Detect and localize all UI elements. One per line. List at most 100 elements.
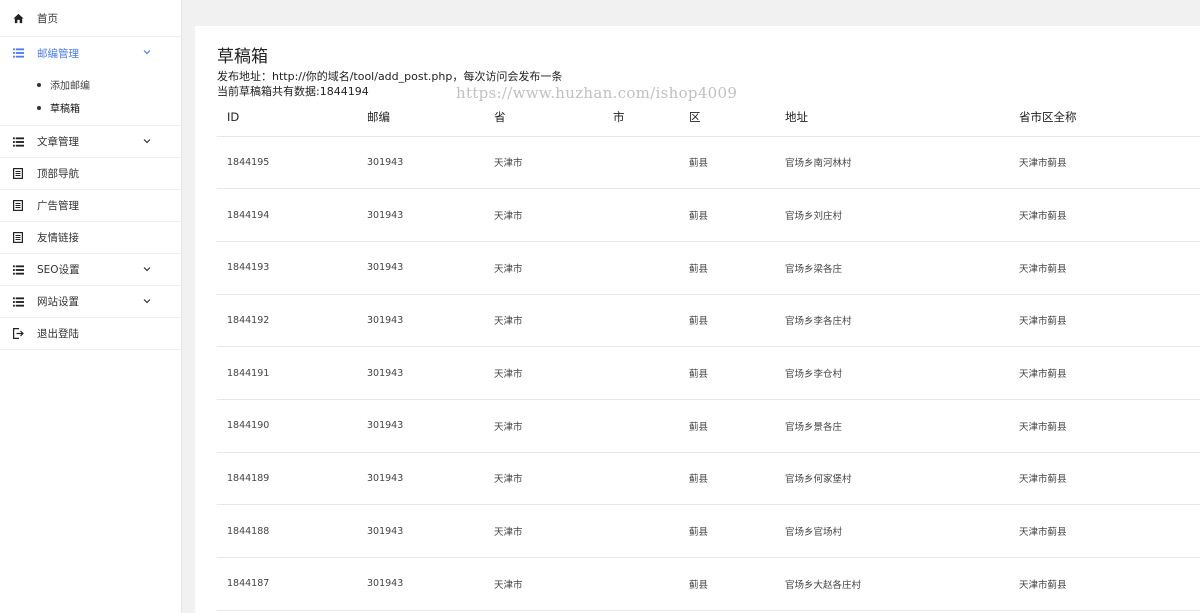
nav-seo-settings[interactable]: SEO设置 xyxy=(0,254,181,286)
sub-item-drafts[interactable]: 草稿箱 xyxy=(0,96,181,119)
cell-full-name: 天津市蓟县 xyxy=(1009,241,1200,295)
chevron-down-icon[interactable] xyxy=(143,265,151,273)
cell-zip: 301943 xyxy=(357,399,484,453)
cell-id: 1844188 xyxy=(217,504,357,558)
sidebar: 首页 邮编管理 添加邮编 草稿箱 文章管理 顶部导航 广告管理 友情链接 SEO… xyxy=(0,0,182,613)
nav-site-settings[interactable]: 网站设置 xyxy=(0,286,181,318)
column-header-id: ID xyxy=(217,98,357,137)
cell-full-name: 天津市蓟县 xyxy=(1009,504,1200,558)
cell-city xyxy=(603,452,679,506)
chevron-down-icon[interactable] xyxy=(143,137,151,145)
cell-city xyxy=(603,241,679,295)
cell-id: 1844192 xyxy=(217,294,357,348)
column-header-province: 省 xyxy=(484,98,603,137)
nav-ads-label: 广告管理 xyxy=(37,200,79,212)
cell-full-name: 天津市蓟县 xyxy=(1009,557,1200,611)
cell-full-name: 天津市蓟县 xyxy=(1009,188,1200,242)
logout-icon xyxy=(12,328,24,340)
cell-full-name: 天津市蓟县 xyxy=(1009,346,1200,400)
column-header-address: 地址 xyxy=(775,98,1009,137)
cell-address: 官场乡官场村 xyxy=(775,504,1009,558)
cell-province: 天津市 xyxy=(484,188,603,242)
cell-id: 1844190 xyxy=(217,399,357,453)
nav-links-label: 友情链接 xyxy=(37,232,79,244)
cell-district: 蓟县 xyxy=(679,241,775,295)
column-header-full-name: 省市区全称 xyxy=(1009,98,1200,137)
cell-zip: 301943 xyxy=(357,294,484,348)
top-bar xyxy=(183,0,1200,26)
cell-district: 蓟县 xyxy=(679,188,775,242)
cell-address: 官场乡李各庄村 xyxy=(775,294,1009,348)
list-icon xyxy=(12,47,24,59)
nav-site-label: 网站设置 xyxy=(37,296,79,308)
cell-province: 天津市 xyxy=(484,557,603,611)
cell-city xyxy=(603,504,679,558)
nav-postal-management[interactable]: 邮编管理 xyxy=(0,37,181,69)
nav-topnav-label: 顶部导航 xyxy=(37,168,79,180)
column-header-district: 区 xyxy=(679,98,775,137)
cell-city xyxy=(603,399,679,453)
cell-province: 天津市 xyxy=(484,136,603,190)
cell-address: 官场乡梁各庄 xyxy=(775,241,1009,295)
cell-id: 1844187 xyxy=(217,557,357,611)
column-header-city: 市 xyxy=(603,98,679,137)
sub-item-add-postal[interactable]: 添加邮编 xyxy=(0,73,181,96)
cell-id: 1844193 xyxy=(217,241,357,295)
nav-ad-management[interactable]: 广告管理 xyxy=(0,190,181,222)
document-icon xyxy=(12,168,24,180)
cell-district: 蓟县 xyxy=(679,452,775,506)
cell-province: 天津市 xyxy=(484,294,603,348)
cell-city xyxy=(603,557,679,611)
nav-home-label: 首页 xyxy=(37,12,58,25)
drafts-table: ID 邮编 省 市 区 地址 省市区全称 1844195 301943 天津市 … xyxy=(217,98,1200,611)
cell-zip: 301943 xyxy=(357,136,484,190)
table-row: 1844194 301943 天津市 蓟县 官场乡刘庄村 天津市蓟县 xyxy=(217,188,1200,242)
cell-district: 蓟县 xyxy=(679,504,775,558)
nav-home[interactable]: 首页 xyxy=(0,0,181,37)
cell-full-name: 天津市蓟县 xyxy=(1009,452,1200,506)
nav-seo-label: SEO设置 xyxy=(37,264,80,276)
nav-friend-links[interactable]: 友情链接 xyxy=(0,222,181,254)
cell-province: 天津市 xyxy=(484,346,603,400)
cell-province: 天津市 xyxy=(484,399,603,453)
cell-id: 1844195 xyxy=(217,136,357,190)
sub-item-label: 添加邮编 xyxy=(50,81,90,92)
cell-full-name: 天津市蓟县 xyxy=(1009,399,1200,453)
nav-logout[interactable]: 退出登陆 xyxy=(0,318,181,350)
document-icon xyxy=(12,232,24,244)
document-icon xyxy=(12,200,24,212)
post-address-text: 发布地址：http://你的域名/tool/add_post.php，每次访问会… xyxy=(217,70,563,83)
table-row: 1844190 301943 天津市 蓟县 官场乡景各庄 天津市蓟县 xyxy=(217,399,1200,453)
cell-city xyxy=(603,294,679,348)
table-row: 1844189 301943 天津市 蓟县 官场乡何家堡村 天津市蓟县 xyxy=(217,452,1200,506)
cell-address: 官场乡刘庄村 xyxy=(775,188,1009,242)
chevron-down-icon[interactable] xyxy=(143,48,151,56)
cell-zip: 301943 xyxy=(357,557,484,611)
nav-article-management[interactable]: 文章管理 xyxy=(0,126,181,158)
postal-submenu: 添加邮编 草稿箱 xyxy=(0,69,181,126)
list-icon xyxy=(12,296,24,308)
table-row: 1844188 301943 天津市 蓟县 官场乡官场村 天津市蓟县 xyxy=(217,504,1200,558)
cell-district: 蓟县 xyxy=(679,294,775,348)
table-header-row: ID 邮编 省 市 区 地址 省市区全称 xyxy=(217,98,1200,137)
list-icon xyxy=(12,264,24,276)
column-header-zip: 邮编 xyxy=(357,98,484,137)
table-row: 1844191 301943 天津市 蓟县 官场乡李仓村 天津市蓟县 xyxy=(217,346,1200,400)
nav-logout-label: 退出登陆 xyxy=(37,328,79,340)
cell-district: 蓟县 xyxy=(679,346,775,400)
draft-count-text: 当前草稿箱共有数据:1844194 xyxy=(217,85,369,98)
chevron-down-icon[interactable] xyxy=(143,297,151,305)
cell-full-name: 天津市蓟县 xyxy=(1009,136,1200,190)
cell-id: 1844191 xyxy=(217,346,357,400)
cell-district: 蓟县 xyxy=(679,136,775,190)
bullet-icon xyxy=(37,82,41,87)
nav-top-navigation[interactable]: 顶部导航 xyxy=(0,158,181,190)
cell-zip: 301943 xyxy=(357,241,484,295)
cell-id: 1844189 xyxy=(217,452,357,506)
main-panel: 草稿箱 发布地址：http://你的域名/tool/add_post.php，每… xyxy=(195,26,1200,613)
cell-id: 1844194 xyxy=(217,188,357,242)
cell-address: 官场乡大赵各庄村 xyxy=(775,557,1009,611)
table-row: 1844195 301943 天津市 蓟县 官场乡南河林村 天津市蓟县 xyxy=(217,136,1200,190)
cell-full-name: 天津市蓟县 xyxy=(1009,294,1200,348)
table-row: 1844187 301943 天津市 蓟县 官场乡大赵各庄村 天津市蓟县 xyxy=(217,557,1200,611)
